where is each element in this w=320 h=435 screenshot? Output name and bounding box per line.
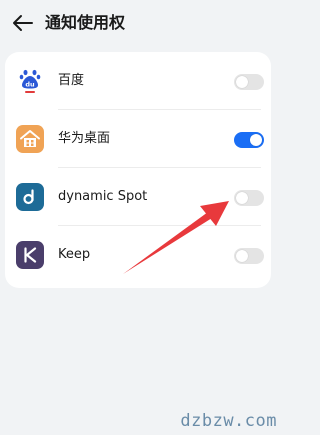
list-item-dynamic-spot: dynamic Spot — [5, 168, 271, 226]
list-item-keep: Keep — [5, 226, 271, 284]
arrow-left-icon — [13, 15, 33, 31]
list-item-huawei-desktop: 华为桌面 — [5, 110, 271, 168]
toggle-knob — [250, 134, 262, 146]
toggle-knob — [236, 192, 248, 204]
notification-toggle-dynamic-spot[interactable] — [234, 190, 264, 206]
toggle-knob — [236, 76, 248, 88]
baidu-paw-icon: du — [16, 67, 44, 95]
app-name: 华为桌面 — [58, 131, 111, 146]
notification-toggle-keep[interactable] — [234, 248, 264, 264]
list-item-baidu: du 百度 — [5, 52, 271, 110]
back-button[interactable] — [10, 11, 36, 35]
house-icon — [16, 125, 44, 153]
notification-toggle-huawei-desktop[interactable] — [234, 132, 264, 148]
keep-k-icon — [16, 241, 44, 269]
dynamic-spot-d-icon — [16, 183, 44, 211]
app-name: Keep — [58, 247, 91, 262]
app-name: dynamic Spot — [58, 189, 148, 204]
page-title: 通知使用权 — [45, 13, 126, 32]
header-bar: 通知使用权 — [0, 0, 285, 48]
svg-text:du: du — [25, 81, 35, 89]
notification-toggle-baidu[interactable] — [234, 74, 264, 90]
toggle-knob — [236, 250, 248, 262]
app-name: 百度 — [58, 73, 85, 88]
watermark: dzbzw.com — [180, 411, 277, 431]
app-list-card: du 百度 华为桌面 dynamic Spot Keep — [5, 52, 271, 288]
